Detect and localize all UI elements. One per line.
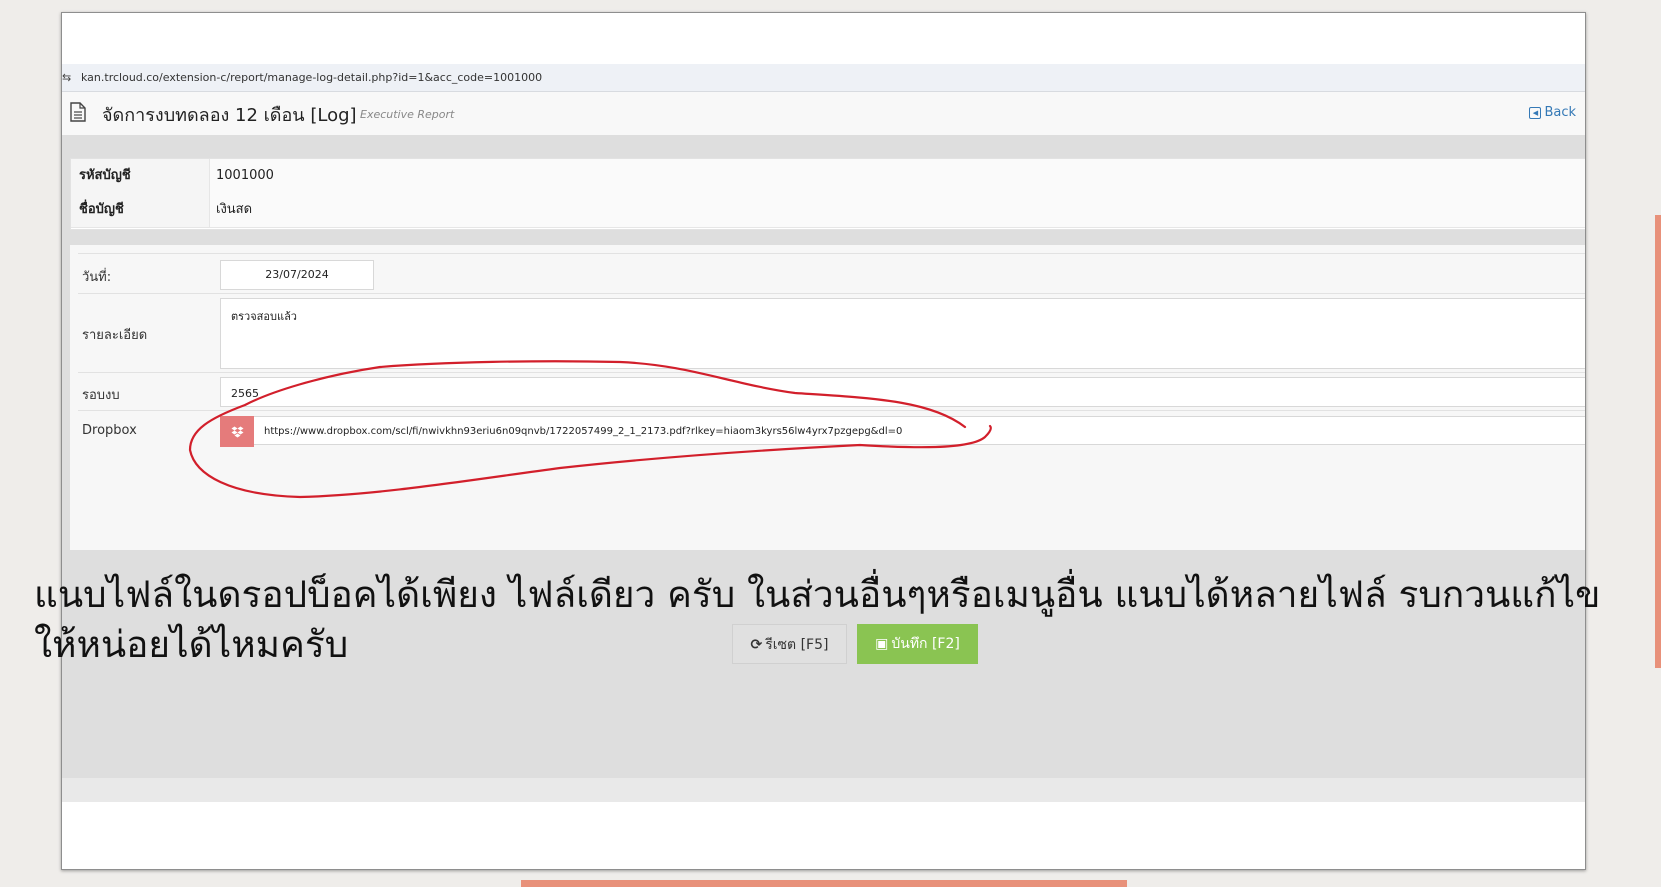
account-name-value: เงินสด — [216, 202, 253, 217]
period-label: รอบงบ — [82, 388, 120, 403]
page-header: จัดการงบทดลอง 12 เดือน [Log] Executive R… — [62, 92, 1585, 135]
url-text[interactable]: kan.trcloud.co/extension-c/report/manage… — [81, 64, 542, 91]
detail-row: รายละเอียด ตรวจสอบแล้ว — [78, 293, 1585, 373]
account-code-label: รหัสบัญชี — [71, 159, 210, 193]
back-link[interactable]: ◀ Back — [1529, 105, 1576, 120]
back-icon: ◀ — [1529, 107, 1542, 119]
account-name-row: ชื่อบัญชี เงินสด — [71, 193, 1585, 228]
dropbox-icon[interactable] — [220, 416, 254, 447]
date-label: วันที่: — [82, 270, 112, 285]
account-table: รหัสบัญชี 1001000 ชื่อบัญชี เงินสด — [70, 158, 1585, 230]
page-title: จัดการงบทดลอง 12 เดือน [Log] — [102, 105, 357, 126]
account-code-row: รหัสบัญชี 1001000 — [71, 159, 1585, 194]
accent-bar-bottom — [521, 880, 1127, 887]
dropbox-link-input[interactable]: https://www.dropbox.com/scl/fi/nwivkhn93… — [254, 416, 1585, 445]
tune-icon[interactable]: ⇆ — [62, 64, 76, 91]
back-label[interactable]: Back — [1544, 105, 1576, 120]
account-code-value: 1001000 — [216, 168, 274, 183]
date-input[interactable]: 23/07/2024 — [220, 260, 374, 290]
annotation-caption: แนบไฟล์ในดรอปบ็อคได้เพียง ไฟล์เดียว ครับ… — [34, 573, 1601, 666]
page-subtitle: Executive Report — [360, 108, 455, 121]
bottom-strip — [62, 778, 1585, 802]
detail-label: รายละเอียด — [82, 328, 148, 343]
detail-textarea[interactable]: ตรวจสอบแล้ว — [220, 298, 1585, 369]
dropbox-label: Dropbox — [82, 423, 137, 438]
accent-bar-right — [1655, 215, 1661, 668]
date-row: วันที่: 23/07/2024 — [78, 253, 1585, 294]
dropbox-row: Dropbox https://www.dropbox.com/scl/fi/n… — [78, 410, 1585, 451]
document-icon — [70, 102, 86, 122]
account-name-label: ชื่อบัญชี — [71, 193, 210, 227]
address-bar[interactable]: ⇆ kan.trcloud.co/extension-c/report/mana… — [62, 64, 1585, 92]
screenshot-frame: ⇆ kan.trcloud.co/extension-c/report/mana… — [61, 12, 1586, 870]
main-content: รหัสบัญชี 1001000 ชื่อบัญชี เงินสด วันที… — [62, 135, 1585, 802]
log-form: วันที่: 23/07/2024 รายละเอียด ตรวจสอบแล้… — [70, 245, 1585, 664]
period-input[interactable]: 2565 — [220, 377, 1585, 407]
period-row: รอบงบ 2565 — [78, 372, 1585, 411]
